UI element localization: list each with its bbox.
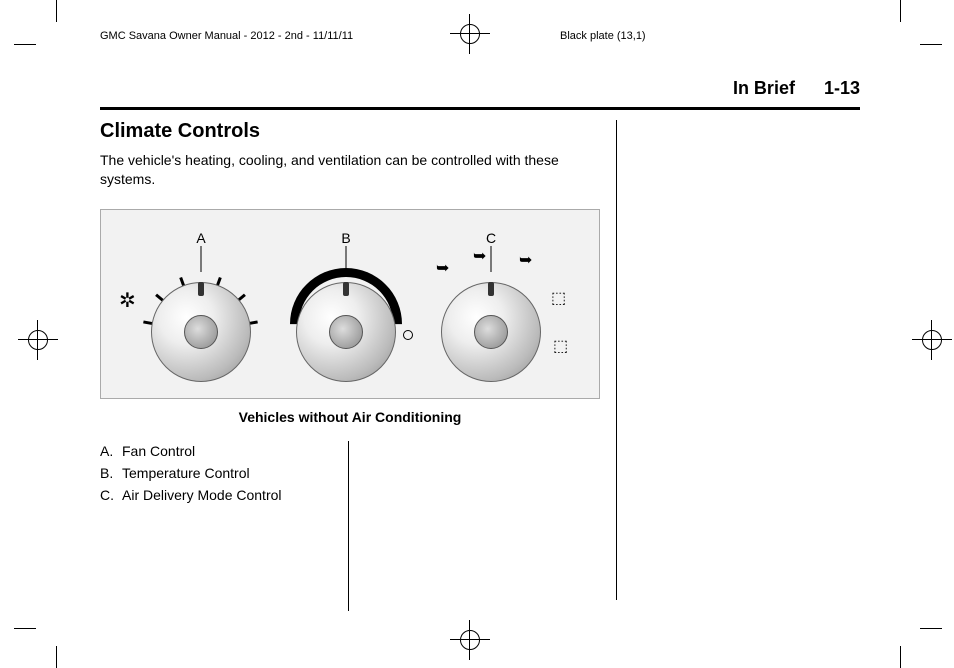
crop-mark-icon — [14, 44, 36, 45]
crop-mark-icon — [900, 646, 901, 668]
intro-text: The vehicle's heating, cooling, and vent… — [100, 151, 600, 189]
section-name: In Brief — [733, 78, 795, 98]
doc-title: GMC Savana Owner Manual - 2012 - 2nd - 1… — [100, 30, 353, 42]
legend-item: C.Air Delivery Mode Control — [100, 487, 600, 503]
callout-a: A — [196, 230, 205, 246]
legend-column-rule — [348, 441, 349, 611]
page: GMC Savana Owner Manual - 2012 - 2nd - 1… — [0, 0, 954, 668]
callout-c: C — [486, 230, 496, 246]
legend-letter: B. — [100, 465, 122, 481]
legend-item: A.Fan Control — [100, 443, 600, 459]
section-title: Climate Controls — [100, 120, 860, 143]
plate-label: Black plate (13,1) — [560, 30, 646, 42]
crop-mark-icon — [14, 628, 36, 629]
header-rule — [100, 107, 860, 110]
figure-caption: Vehicles without Air Conditioning — [100, 409, 600, 425]
climate-controls-figure: ✲ A B — [100, 209, 600, 399]
crop-mark-icon — [920, 44, 942, 45]
legend-letter: A. — [100, 443, 122, 459]
registration-mark-icon — [450, 14, 490, 54]
legend-text: Fan Control — [122, 443, 195, 459]
callout-b: B — [341, 230, 350, 246]
bilevel-icon: ➥ — [473, 246, 486, 266]
floor-icon: ➥ — [519, 250, 532, 270]
recirculation-icon — [403, 330, 413, 340]
legend-text: Air Delivery Mode Control — [122, 487, 282, 503]
page-header: In Brief 1-13 — [100, 78, 860, 110]
legend-block: A.Fan Control B.Temperature Control C.Ai… — [100, 443, 600, 503]
registration-mark-icon — [18, 320, 58, 360]
vent-icon: ➥ — [436, 258, 449, 278]
legend-item: B.Temperature Control — [100, 465, 600, 481]
defog-icon: ⬚ — [551, 288, 566, 308]
fan-icon: ✲ — [119, 288, 136, 313]
page-number: 1-13 — [824, 78, 860, 98]
registration-mark-icon — [912, 320, 952, 360]
defrost-icon: ⬚ — [553, 336, 568, 356]
registration-mark-icon — [450, 620, 490, 660]
legend-letter: C. — [100, 487, 122, 503]
crop-mark-icon — [920, 628, 942, 629]
content: Climate Controls The vehicle's heating, … — [100, 120, 860, 509]
crop-mark-icon — [56, 646, 57, 668]
legend-text: Temperature Control — [122, 465, 250, 481]
crop-mark-icon — [900, 0, 901, 22]
crop-mark-icon — [56, 0, 57, 22]
